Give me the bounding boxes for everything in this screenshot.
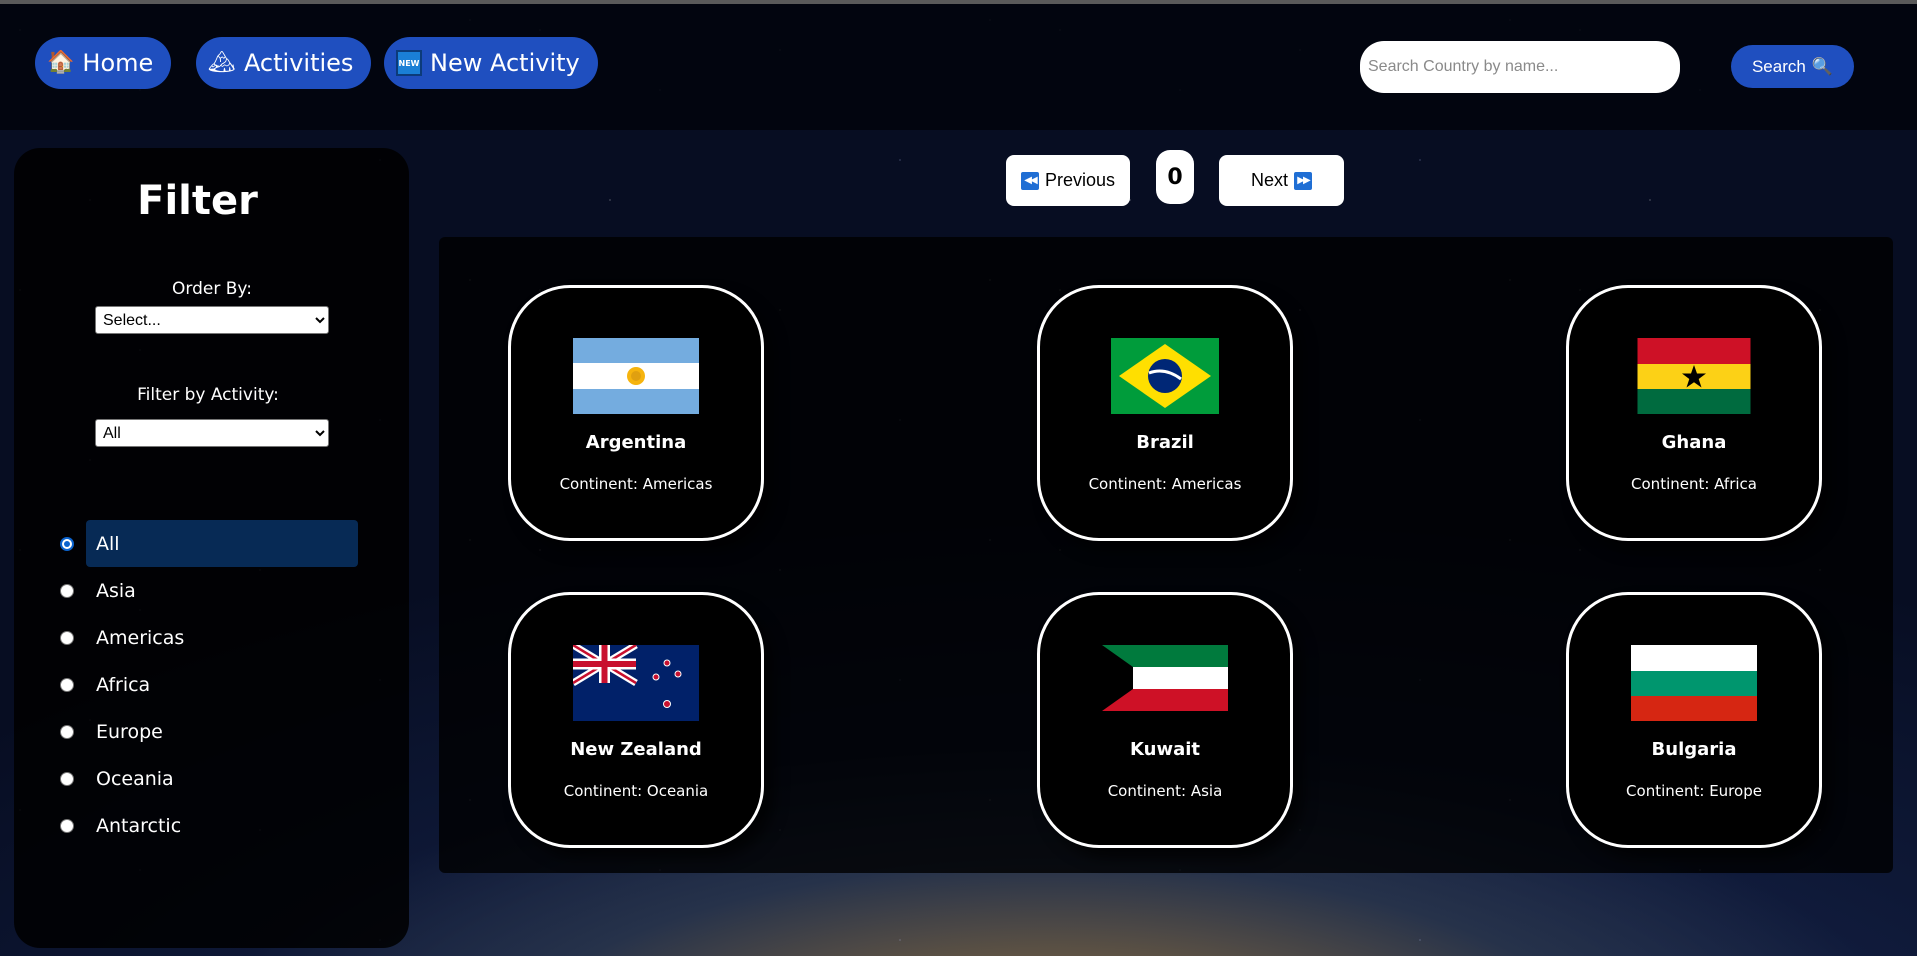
country-name: Brazil <box>1136 432 1194 453</box>
search-button[interactable]: Search 🔍 <box>1731 45 1854 88</box>
radio-button[interactable] <box>60 536 74 551</box>
home-button[interactable]: 🏠 Home <box>35 37 172 89</box>
continent-label: Americas <box>96 626 185 649</box>
country-continent: Continent: Oceania <box>563 782 709 800</box>
activity-filter-label: Filter by Activity: <box>137 385 279 405</box>
continent-radio-africa[interactable]: Africa <box>60 661 360 708</box>
country-name: Ghana <box>1661 432 1727 453</box>
country-name: Bulgaria <box>1651 739 1737 760</box>
radio-button[interactable] <box>60 771 74 786</box>
continent-radio-antarctic[interactable]: Antarctic <box>60 802 360 849</box>
continent-label: Oceania <box>96 767 174 790</box>
radio-button[interactable] <box>60 630 74 645</box>
country-card[interactable]: Bulgaria Continent: Europe <box>1566 592 1822 848</box>
home-label: Home <box>82 49 154 77</box>
continent-radio-oceania[interactable]: Oceania <box>60 755 360 802</box>
mountain-icon: 🏔 <box>208 50 236 75</box>
new-badge-icon: NEW <box>396 50 422 76</box>
next-label: Next <box>1250 170 1288 190</box>
page-number: 0 <box>1156 150 1194 204</box>
activity-filter-select[interactable]: All <box>95 419 329 447</box>
country-continent: Continent: Asia <box>1107 782 1223 800</box>
bulgaria-flag-icon <box>1631 645 1757 721</box>
continent-radio-asia[interactable]: Asia <box>60 567 360 614</box>
country-name: Argentina <box>585 432 687 453</box>
radio-button[interactable] <box>60 583 74 598</box>
new-activity-button[interactable]: NEW New Activity <box>384 37 598 89</box>
filter-title: Filter <box>137 178 258 224</box>
house-icon: 🏠 <box>47 50 75 75</box>
new-activity-label: New Activity <box>430 49 580 77</box>
country-name: New Zealand <box>570 739 702 760</box>
search-input[interactable] <box>1360 41 1680 93</box>
continent-label: Europe <box>96 720 163 743</box>
country-continent: Continent: Europe <box>1626 782 1762 800</box>
next-button[interactable]: Next ▶▶ <box>1219 155 1344 206</box>
continent-radio-europe[interactable]: Europe <box>60 708 360 755</box>
continent-label: Africa <box>96 673 151 696</box>
country-continent: Continent: Africa <box>1631 475 1757 493</box>
continent-label: Asia <box>96 579 136 602</box>
continent-radio-americas[interactable]: Americas <box>60 614 360 661</box>
activities-label: Activities <box>243 49 354 77</box>
country-continent: Continent: Americas <box>559 475 713 493</box>
previous-button[interactable]: ◀◀ Previous <box>1006 155 1130 206</box>
country-card[interactable]: Ghana Continent: Africa <box>1566 285 1822 541</box>
kuwait-flag-icon <box>1102 645 1228 711</box>
country-card[interactable]: Argentina Continent: Americas <box>508 285 764 541</box>
radio-button[interactable] <box>60 724 74 739</box>
activities-button[interactable]: 🏔 Activities <box>196 37 372 89</box>
order-by-select[interactable]: Select... <box>95 306 329 334</box>
magnifier-icon: 🔍 <box>1811 56 1834 76</box>
country-continent: Continent: Americas <box>1088 475 1242 493</box>
previous-label: Previous <box>1044 170 1116 190</box>
brazil-flag-icon <box>1111 338 1219 414</box>
radio-button[interactable] <box>60 677 74 692</box>
continent-label: All <box>86 520 358 567</box>
continent-radio-all[interactable]: All <box>60 520 360 567</box>
country-card[interactable]: Brazil Continent: Americas <box>1037 285 1293 541</box>
order-by-label: Order By: <box>172 279 252 299</box>
search-button-label: Search <box>1751 56 1806 76</box>
continent-label: Antarctic <box>96 814 182 837</box>
ghana-flag-icon <box>1637 338 1751 414</box>
radio-button[interactable] <box>60 818 74 833</box>
previous-icon: ◀◀ <box>1020 171 1039 190</box>
argentina-flag-icon <box>573 338 699 414</box>
country-card[interactable]: Kuwait Continent: Asia <box>1037 592 1293 848</box>
country-name: Kuwait <box>1130 739 1200 760</box>
new-zealand-flag-icon <box>573 645 699 721</box>
country-card[interactable]: New Zealand Continent: Oceania <box>508 592 764 848</box>
next-icon: ▶▶ <box>1294 171 1312 190</box>
